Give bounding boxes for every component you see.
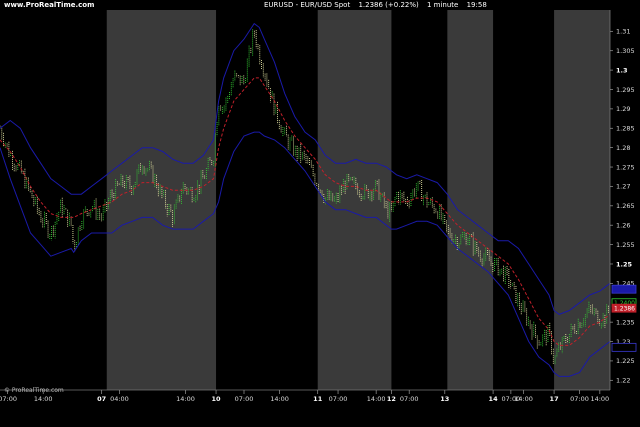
- price-tick-label: 1.28: [616, 144, 630, 152]
- session-band: [317, 10, 392, 390]
- session-band: [447, 10, 494, 390]
- price-tick-label: 1.285: [616, 125, 635, 133]
- price-tick-label: 1.255: [616, 241, 635, 249]
- time-tick-label: 14:00: [270, 395, 289, 403]
- price-tick-label: 1.3: [616, 66, 628, 74]
- price-tick-label: 1.235: [616, 318, 635, 326]
- price-tag-box: [611, 342, 637, 352]
- time-tick-label: 07:00: [0, 395, 17, 403]
- time-tick-label: 14:00: [176, 395, 195, 403]
- time-tick-label: 04:00: [110, 395, 129, 403]
- price-tick-label: 1.31: [616, 28, 630, 36]
- session-band: [554, 10, 610, 390]
- price-tick-label: 1.265: [616, 202, 635, 210]
- price-chart[interactable]: 1.31 1.305 1.3 1.295 1.29 1.285 1.28 1.275 1.27 1…: [0, 0, 640, 427]
- time-tick-label: 07: [97, 395, 106, 403]
- time-axis: 07:00 14:00 07 04:00 14:00 10 07:00 14:00 11 07:0…: [0, 389, 640, 427]
- price-axis: 1.31 1.305 1.3 1.295 1.29 1.285 1.28 1.275 1.27 1…: [609, 10, 640, 390]
- price-tick-label: 1.305: [616, 47, 635, 55]
- price-tag-label: 1.2386: [614, 305, 635, 312]
- price-tick-label: 1.225: [616, 357, 635, 365]
- price-tag-box: [611, 284, 637, 294]
- session-bands: [0, 10, 610, 390]
- time-tick-label: 14: [489, 395, 499, 403]
- price-tick-label: 1.25: [616, 260, 633, 268]
- price-tick-label: 1.22: [616, 377, 630, 385]
- price-tick-label: 1.29: [616, 105, 630, 113]
- time-tick-label: 14:00: [590, 395, 609, 403]
- time-tick-label: 14:00: [514, 395, 533, 403]
- price-tick-label: 1.26: [616, 222, 630, 230]
- time-tick-label: 10: [212, 395, 222, 403]
- time-tick-label: 12: [387, 395, 396, 403]
- time-tick-label: 11: [313, 395, 323, 403]
- time-tick-label: 14:00: [367, 395, 386, 403]
- time-tick-label: 17: [550, 395, 559, 403]
- plot-area[interactable]: [0, 10, 610, 390]
- time-tick-label: 13: [440, 395, 449, 403]
- time-tick-label: 07:00: [235, 395, 254, 403]
- time-tick-label: 14:00: [34, 395, 53, 403]
- price-tick-label: 1.275: [616, 163, 635, 171]
- price-tick-label: 1.295: [616, 86, 635, 94]
- copyright-text: © ProRealTime.com: [4, 387, 64, 394]
- session-band: [106, 10, 217, 390]
- price-tick-label: 1.27: [616, 183, 630, 191]
- time-tick-label: 07:00: [570, 395, 589, 403]
- time-tick-label: 07:00: [400, 395, 419, 403]
- time-tick-label: 07:00: [329, 395, 348, 403]
